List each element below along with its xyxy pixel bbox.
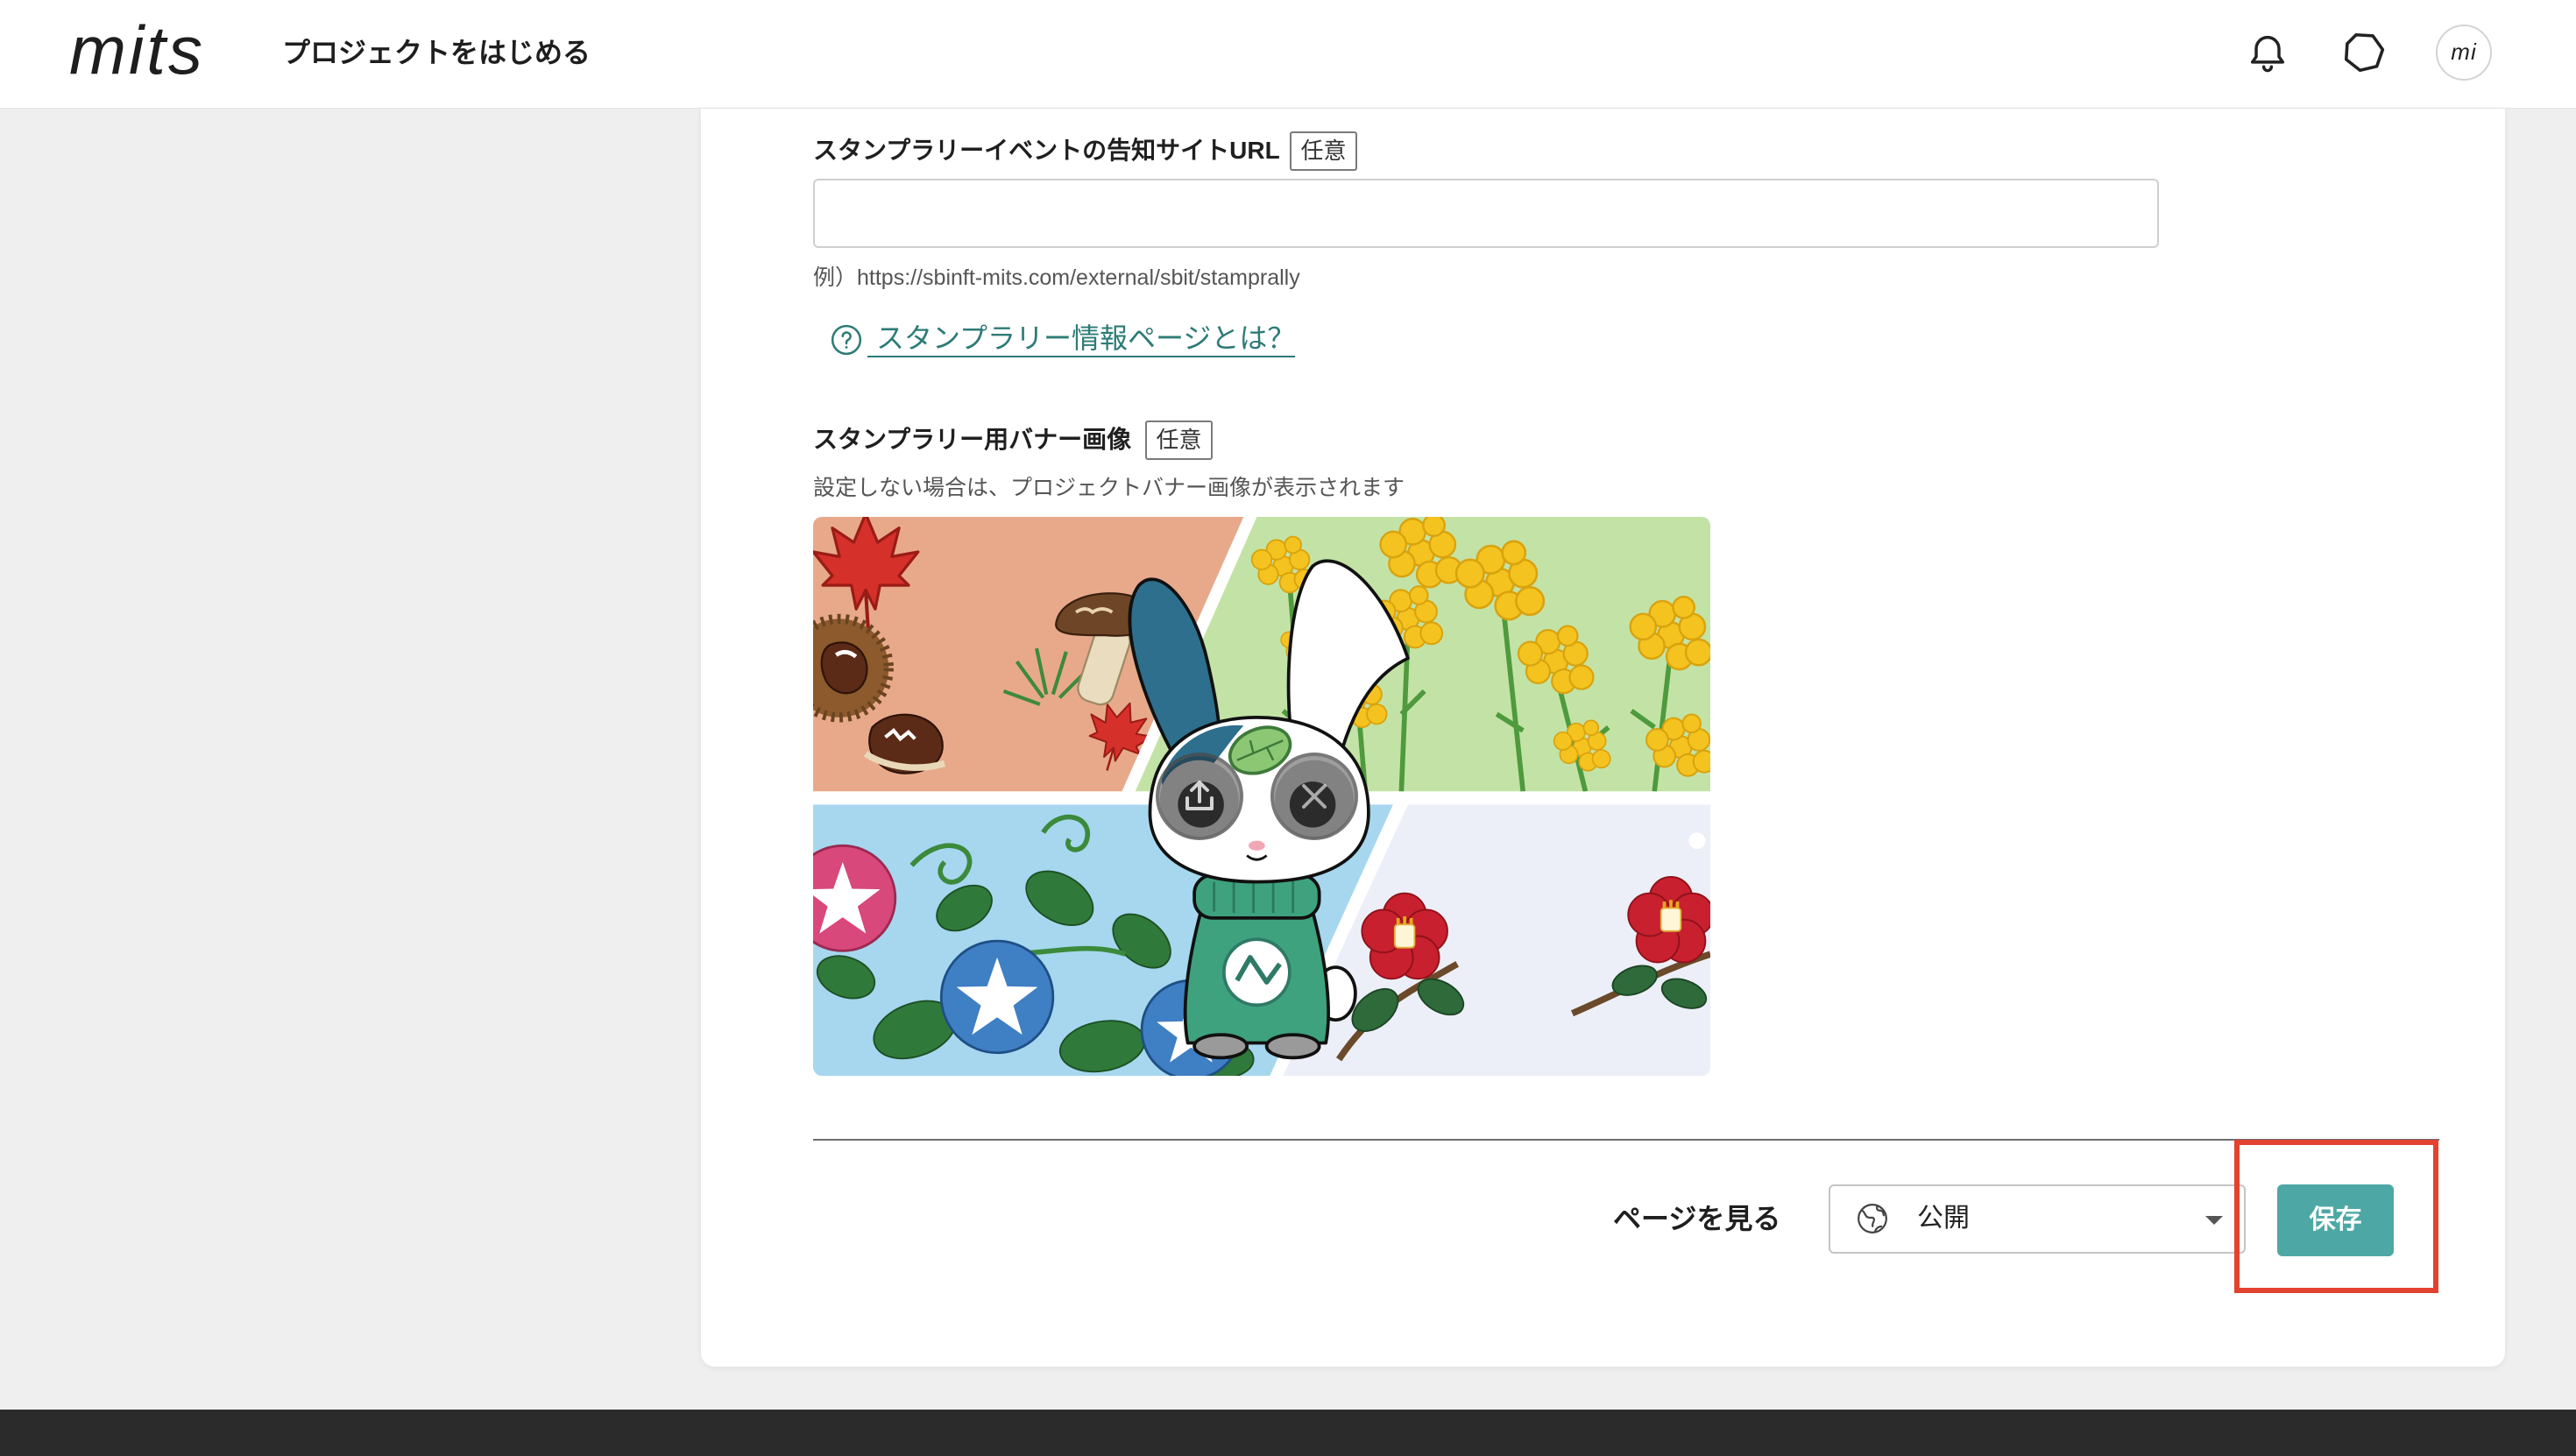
upload-icon [1185,781,1214,810]
app-header: mits プロジェクトをはじめる mi [0,0,2576,109]
visibility-selected-value: 公開 [1917,1204,1970,1233]
event-url-input[interactable] [813,179,2159,248]
save-button[interactable]: 保存 [2277,1184,2394,1256]
upload-banner-button[interactable] [1156,753,1243,840]
banner-illustration [813,517,1710,1076]
event-url-example: 例）https://sbinft-mits.com/external/sbit/… [813,265,1300,290]
event-url-label: スタンプラリーイベントの告知サイトURL [813,137,1280,164]
page-footer [0,1410,2576,1456]
view-page-link[interactable]: ページを見る [1613,1201,1780,1236]
stamp-rally-info-link[interactable]: スタンプラリー情報ページとは？ [867,321,1296,357]
question-circle-icon[interactable] [830,323,863,357]
optional-badge: 任意 [1290,131,1357,171]
page-title: プロジェクトをはじめる [282,37,591,68]
close-icon [1302,784,1327,809]
actions-divider [813,1139,2439,1141]
banner-note: 設定しない場合は、プロジェクトバナー画像が表示されます [813,476,1405,500]
hexagon-icon[interactable] [2340,29,2388,76]
mits-logo[interactable]: mits [69,16,205,84]
settings-card: スタンプラリーイベントの告知サイトURL 任意 例）https://sbinft… [701,109,2505,1367]
globe-icon [1858,1204,1887,1233]
optional-badge: 任意 [1145,421,1213,460]
chevron-down-icon [2205,1216,2223,1225]
banner-label: スタンプラリー用バナー画像 [813,426,1132,453]
bell-icon[interactable] [2245,30,2290,75]
visibility-select[interactable]: 公開 [1829,1184,2246,1254]
avatar[interactable]: mi [2436,25,2492,81]
banner-image [813,517,1710,1076]
remove-banner-button[interactable] [1270,753,1358,840]
